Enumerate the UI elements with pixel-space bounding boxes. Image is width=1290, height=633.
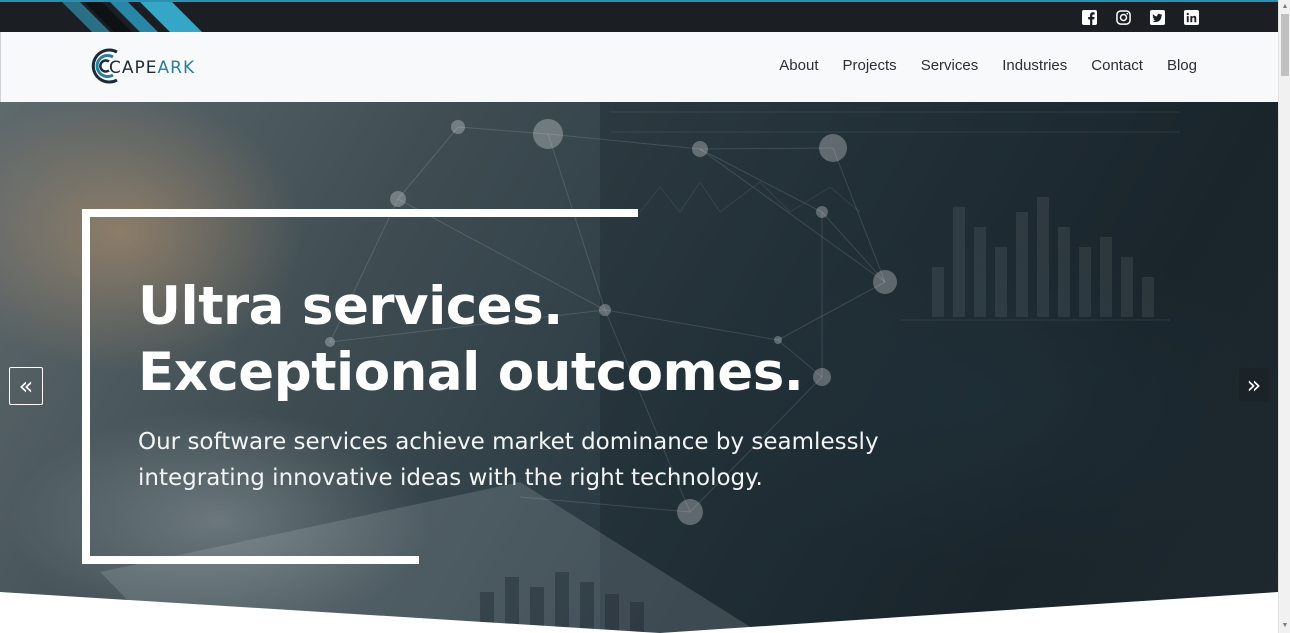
decorative-stripes bbox=[62, 2, 202, 32]
page-scrollbar[interactable]: ▲ ▼ bbox=[1278, 0, 1290, 633]
nav-services[interactable]: Services bbox=[921, 57, 979, 74]
top-social-bar bbox=[0, 0, 1278, 32]
double-chevron-right-icon: » bbox=[1246, 371, 1262, 399]
instagram-icon[interactable] bbox=[1114, 8, 1132, 26]
nav-about[interactable]: About bbox=[779, 57, 818, 74]
main-nav: About Projects Services Industries Conta… bbox=[779, 57, 1197, 74]
hero-bottom-divider bbox=[0, 592, 1278, 633]
hero-slider: Ultra services. Exceptional outcomes. Ou… bbox=[0, 102, 1278, 633]
logo-text-cape: CAPE bbox=[109, 58, 158, 78]
hero-headline: Ultra services. Exceptional outcomes. bbox=[138, 274, 804, 406]
facebook-icon[interactable] bbox=[1080, 8, 1098, 26]
nav-projects[interactable]: Projects bbox=[843, 57, 897, 74]
scroll-up-arrow-icon[interactable]: ▲ bbox=[1281, 3, 1289, 11]
hero-subtext: Our software services achieve market dom… bbox=[138, 429, 879, 491]
nav-blog[interactable]: Blog bbox=[1167, 57, 1197, 74]
slider-prev-button[interactable]: « bbox=[9, 367, 43, 405]
site-header: CAPEARK About Projects Services Industri… bbox=[0, 32, 1278, 102]
linkedin-icon[interactable] bbox=[1182, 8, 1200, 26]
double-chevron-left-icon: « bbox=[18, 372, 34, 400]
nav-industries[interactable]: Industries bbox=[1002, 57, 1067, 74]
social-links bbox=[1080, 8, 1200, 26]
capeark-logo[interactable]: CAPEARK bbox=[87, 46, 195, 86]
logo-text: CAPEARK bbox=[109, 58, 195, 78]
logo-text-ark: ARK bbox=[157, 58, 196, 78]
hero-headline-line2: Exceptional outcomes. bbox=[138, 342, 804, 403]
slider-next-button[interactable]: » bbox=[1239, 368, 1269, 402]
scroll-down-arrow-icon[interactable]: ▼ bbox=[1281, 622, 1289, 630]
twitter-icon[interactable] bbox=[1148, 8, 1166, 26]
hero-headline-line1: Ultra services. bbox=[138, 276, 563, 337]
scrollbar-thumb[interactable] bbox=[1281, 14, 1289, 76]
nav-contact[interactable]: Contact bbox=[1091, 57, 1143, 74]
